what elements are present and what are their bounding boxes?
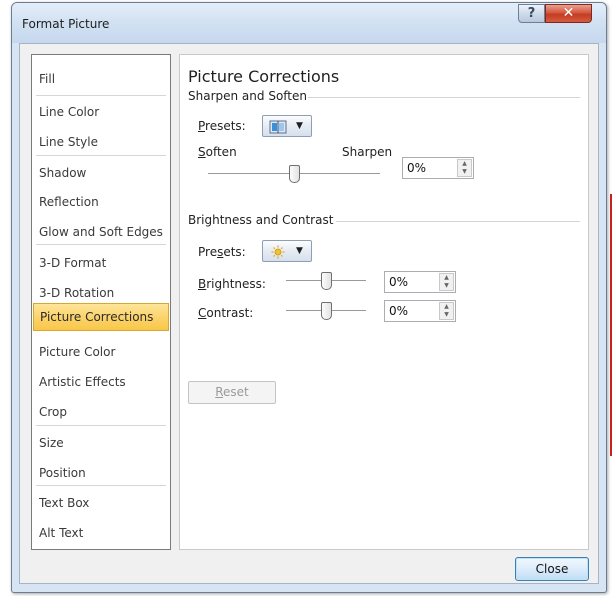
format-picture-dialog: Format Picture ? ✕ Fill Line Color Line … xyxy=(11,2,607,593)
category-divider xyxy=(36,155,166,156)
section-divider xyxy=(336,221,580,222)
spinner-arrows-icon[interactable]: ▲ ▼ xyxy=(439,302,454,320)
brightness-slider[interactable] xyxy=(286,270,366,292)
window-close-button[interactable]: ✕ xyxy=(545,4,592,23)
sidebar-item-size[interactable]: Size xyxy=(33,430,169,456)
sharpen-soften-heading: Sharpen and Soften xyxy=(188,89,307,103)
dialog-body: Fill Line Color Line Style Shadow Reflec… xyxy=(19,43,599,584)
sidebar-item-position[interactable]: Position xyxy=(33,460,169,486)
sidebar-item-alt-text[interactable]: Alt Text xyxy=(33,520,169,546)
category-divider xyxy=(36,244,166,245)
soften-label: Soften xyxy=(198,145,237,159)
sharpen-presets-label: Presets: xyxy=(198,119,246,133)
brightness-presets-dropdown[interactable]: ▼ xyxy=(262,240,312,262)
contrast-slider[interactable] xyxy=(286,300,366,322)
sidebar-item-3d-format[interactable]: 3-D Format xyxy=(33,250,169,276)
picture-corrections-panel: Picture Corrections Sharpen and Soften P… xyxy=(179,54,589,550)
sidebar-item-line-style[interactable]: Line Style xyxy=(33,129,169,155)
chevron-down-icon: ▼ xyxy=(296,121,303,131)
sidebar-item-line-color[interactable]: Line Color xyxy=(33,99,169,125)
screen: Format Picture ? ✕ Fill Line Color Line … xyxy=(0,0,613,596)
sidebar-item-picture-corrections[interactable]: Picture Corrections xyxy=(33,303,169,331)
brightness-value: 0% xyxy=(389,275,409,289)
sharpen-value-spinner[interactable]: 0% ▲ ▼ xyxy=(402,157,474,179)
slider-thumb[interactable] xyxy=(289,165,300,183)
category-divider xyxy=(36,485,166,486)
sharpen-presets-dropdown[interactable]: ▼ xyxy=(262,115,312,137)
category-list: Fill Line Color Line Style Shadow Reflec… xyxy=(31,54,171,550)
brightness-contrast-heading: Brightness and Contrast xyxy=(188,213,334,227)
close-button[interactable]: Close xyxy=(515,557,589,581)
category-divider xyxy=(36,425,166,426)
window-title: Format Picture xyxy=(22,17,110,31)
slider-thumb[interactable] xyxy=(321,272,332,290)
spinner-arrows-icon[interactable]: ▲ ▼ xyxy=(439,273,454,291)
help-button[interactable]: ? xyxy=(518,4,545,23)
sidebar-item-glow-and-soft-edges[interactable]: Glow and Soft Edges xyxy=(33,219,169,245)
sidebar-item-reflection[interactable]: Reflection xyxy=(33,189,169,215)
slider-thumb[interactable] xyxy=(321,302,332,320)
spinner-arrows-icon[interactable]: ▲ ▼ xyxy=(457,159,472,177)
contrast-label: Contrast: xyxy=(198,306,254,320)
chevron-down-icon: ▼ xyxy=(296,246,303,256)
sharpen-soften-slider[interactable] xyxy=(208,163,380,185)
reset-button[interactable]: Reset xyxy=(188,381,276,404)
contrast-value: 0% xyxy=(389,304,409,318)
panel-title: Picture Corrections xyxy=(188,67,340,86)
category-divider xyxy=(36,95,166,96)
brightness-value-spinner[interactable]: 0% ▲ ▼ xyxy=(384,271,456,293)
brightness-presets-label: Presets: xyxy=(198,245,246,259)
sidebar-item-artistic-effects[interactable]: Artistic Effects xyxy=(33,369,169,395)
sidebar-item-crop[interactable]: Crop xyxy=(33,399,169,425)
sharpen-preset-icon xyxy=(269,119,287,134)
sun-icon xyxy=(269,244,287,259)
sidebar-item-fill[interactable]: Fill xyxy=(33,66,169,92)
sharpen-value: 0% xyxy=(407,161,427,175)
sharpen-label: Sharpen xyxy=(342,145,393,159)
background-window-edge xyxy=(610,194,612,456)
brightness-label: Brightness: xyxy=(198,277,266,291)
sidebar-item-picture-color[interactable]: Picture Color xyxy=(33,339,169,365)
contrast-value-spinner[interactable]: 0% ▲ ▼ xyxy=(384,300,456,322)
sidebar-item-text-box[interactable]: Text Box xyxy=(33,490,169,516)
title-bar[interactable]: Format Picture ? ✕ xyxy=(12,3,606,43)
section-divider xyxy=(308,97,580,98)
sidebar-item-shadow[interactable]: Shadow xyxy=(33,160,169,186)
